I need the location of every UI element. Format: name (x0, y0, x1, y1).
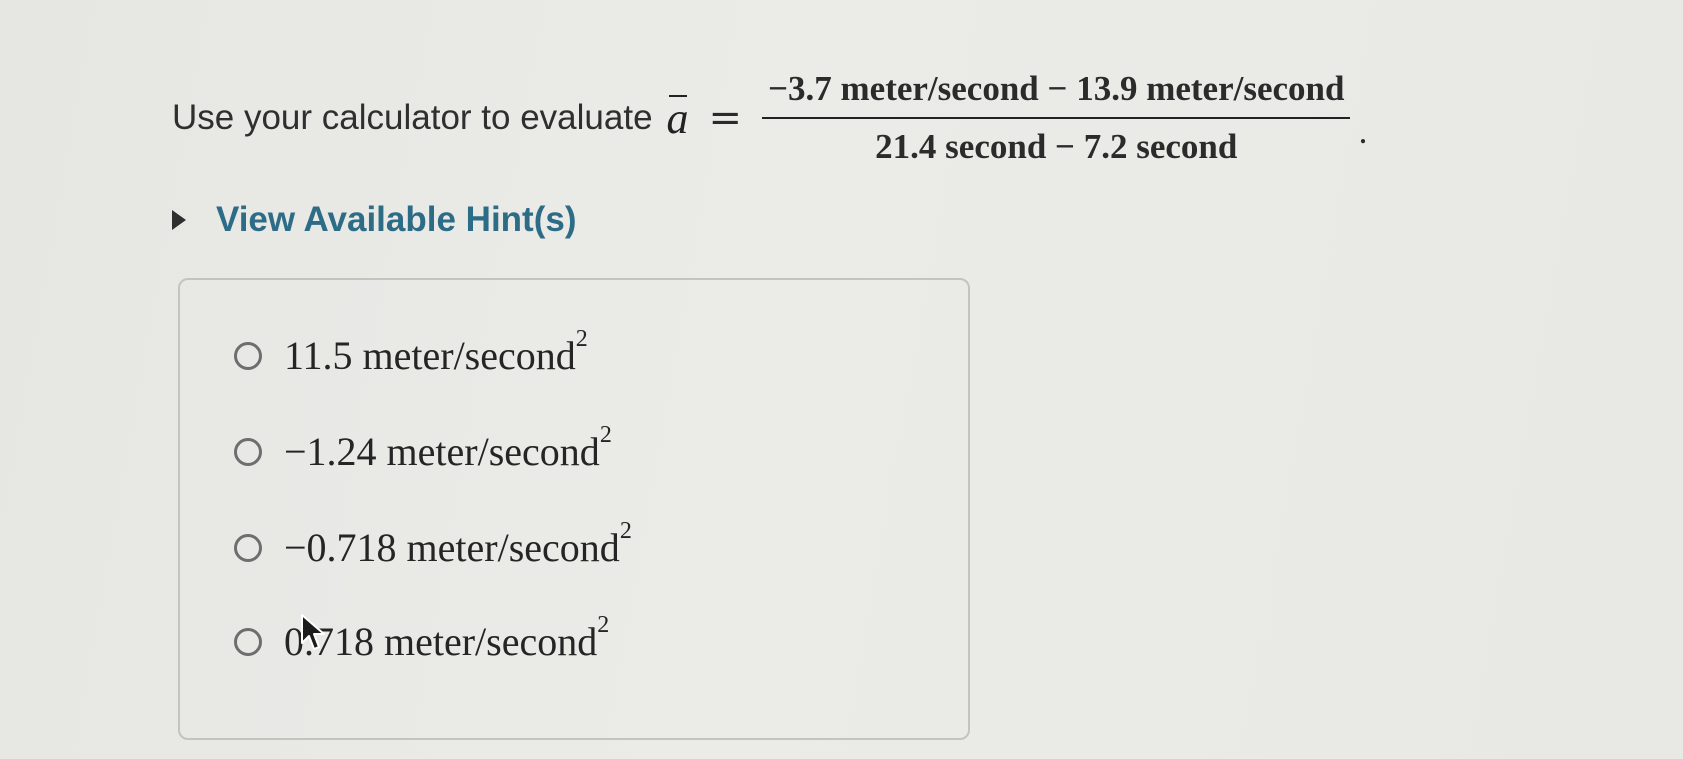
question-text: Use your calculator to evaluate a = −3.7… (172, 58, 1367, 178)
mouse-cursor-icon (301, 614, 325, 650)
answer-option-1[interactable]: 11.5 meter/second2 (234, 326, 588, 379)
view-hints-label[interactable]: View Available Hint(s) (216, 200, 576, 240)
radio-button[interactable] (234, 533, 262, 562)
option-exponent: 2 (575, 326, 588, 352)
option-exponent: 2 (619, 518, 632, 544)
variable-a-bar: a (667, 93, 689, 144)
option-text: −0.718 meter/second2 (284, 518, 632, 571)
answer-option-2[interactable]: −1.24 meter/second2 (234, 422, 612, 475)
radio-button[interactable] (234, 437, 262, 466)
fraction-bar (762, 117, 1351, 119)
option-value: 0.718 meter/second (284, 619, 598, 664)
option-text: 0.718 meter/second2 (284, 612, 609, 665)
option-text: −1.24 meter/second2 (284, 422, 612, 475)
period: . (1358, 111, 1368, 151)
option-exponent: 2 (597, 612, 610, 638)
answer-option-4[interactable]: 0.718 meter/second2 (234, 612, 609, 665)
option-value: −0.718 meter/second (284, 525, 620, 570)
equals-sign: = (708, 95, 743, 141)
view-hints-toggle[interactable]: View Available Hint(s) (172, 200, 576, 240)
answer-options-box: 11.5 meter/second2 −1.24 meter/second2 −… (178, 278, 970, 740)
option-text: 11.5 meter/second2 (284, 326, 588, 379)
radio-button[interactable] (234, 341, 262, 370)
overline (668, 94, 687, 97)
question-prompt: Use your calculator to evaluate (172, 98, 653, 137)
fraction-denominator: 21.4 second − 7.2 second (875, 127, 1238, 166)
option-exponent: 2 (599, 422, 612, 448)
option-value: 11.5 meter/second (284, 333, 576, 378)
radio-button[interactable] (234, 627, 262, 656)
option-value: −1.24 meter/second (284, 429, 600, 474)
variable-label: a (666, 93, 689, 143)
answer-option-3[interactable]: −0.718 meter/second2 (234, 518, 632, 571)
caret-right-icon (172, 210, 186, 230)
fraction: −3.7 meter/second − 13.9 meter/second 21… (762, 69, 1351, 167)
fraction-numerator: −3.7 meter/second − 13.9 meter/second (768, 69, 1345, 108)
